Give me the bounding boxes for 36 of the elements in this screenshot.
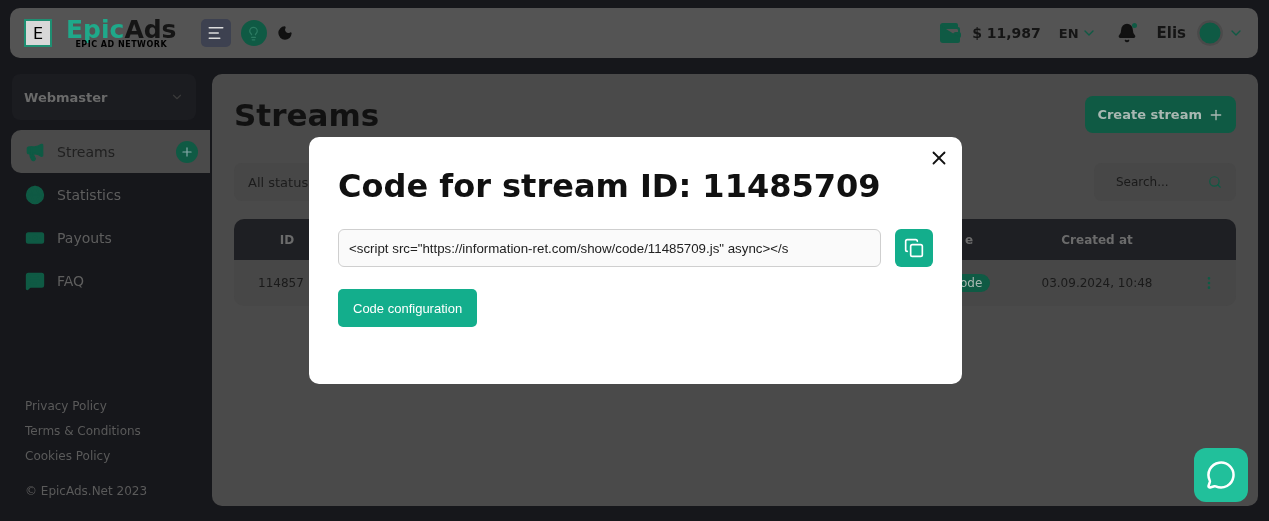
chat-button[interactable] [1194, 448, 1248, 502]
chat-icon [1206, 460, 1236, 490]
create-stream-button[interactable]: Create stream [1085, 96, 1236, 133]
code-configuration-button[interactable]: Code configuration [338, 289, 478, 327]
dialog-title: Code for stream ID: 11485709 [338, 167, 882, 205]
copy-icon [904, 238, 924, 258]
wallet-icon [938, 21, 963, 45]
footer-link[interactable]: Terms & Conditions [25, 424, 210, 438]
code-field[interactable]: <script src="https://information-ret.com/show/code/11485709.js" async></s [338, 229, 881, 267]
chat-bubble-icon [25, 270, 45, 291]
megaphone-icon [25, 141, 45, 162]
plus-icon [180, 144, 194, 159]
menu-icon [206, 24, 225, 42]
sidebar-item[interactable]: Statistics [11, 173, 210, 216]
menu-button[interactable] [200, 19, 231, 47]
add-button[interactable] [176, 140, 198, 163]
copyright: © EpicAds.Net 2023 [25, 484, 149, 498]
sidebar-item[interactable]: Payouts [11, 216, 210, 259]
role-dropdown[interactable]: Webmaster [12, 74, 196, 120]
page-title: Streams [234, 96, 380, 133]
copy-button[interactable] [895, 229, 933, 267]
language-selector[interactable]: EN [1058, 25, 1079, 41]
column-header: e [964, 232, 975, 247]
logo-mark: E [24, 19, 52, 47]
bell-icon[interactable] [1116, 23, 1137, 43]
balance: $ 11,987 [972, 25, 1041, 41]
footer-link[interactable]: Privacy Policy [25, 399, 210, 413]
footer-link[interactable]: Cookies Policy [25, 449, 210, 463]
column-header: Created at [1060, 232, 1134, 247]
moon-icon[interactable] [276, 25, 293, 41]
user-name: Elis [1156, 24, 1186, 42]
sidebar-item[interactable]: FAQ [11, 259, 210, 302]
column-header: ID [278, 232, 296, 247]
logo-wordmark: EpicAds EPIC AD NETWORK [66, 17, 177, 49]
avatar-icon[interactable] [1196, 19, 1224, 47]
lightbulb-icon[interactable] [240, 20, 267, 46]
